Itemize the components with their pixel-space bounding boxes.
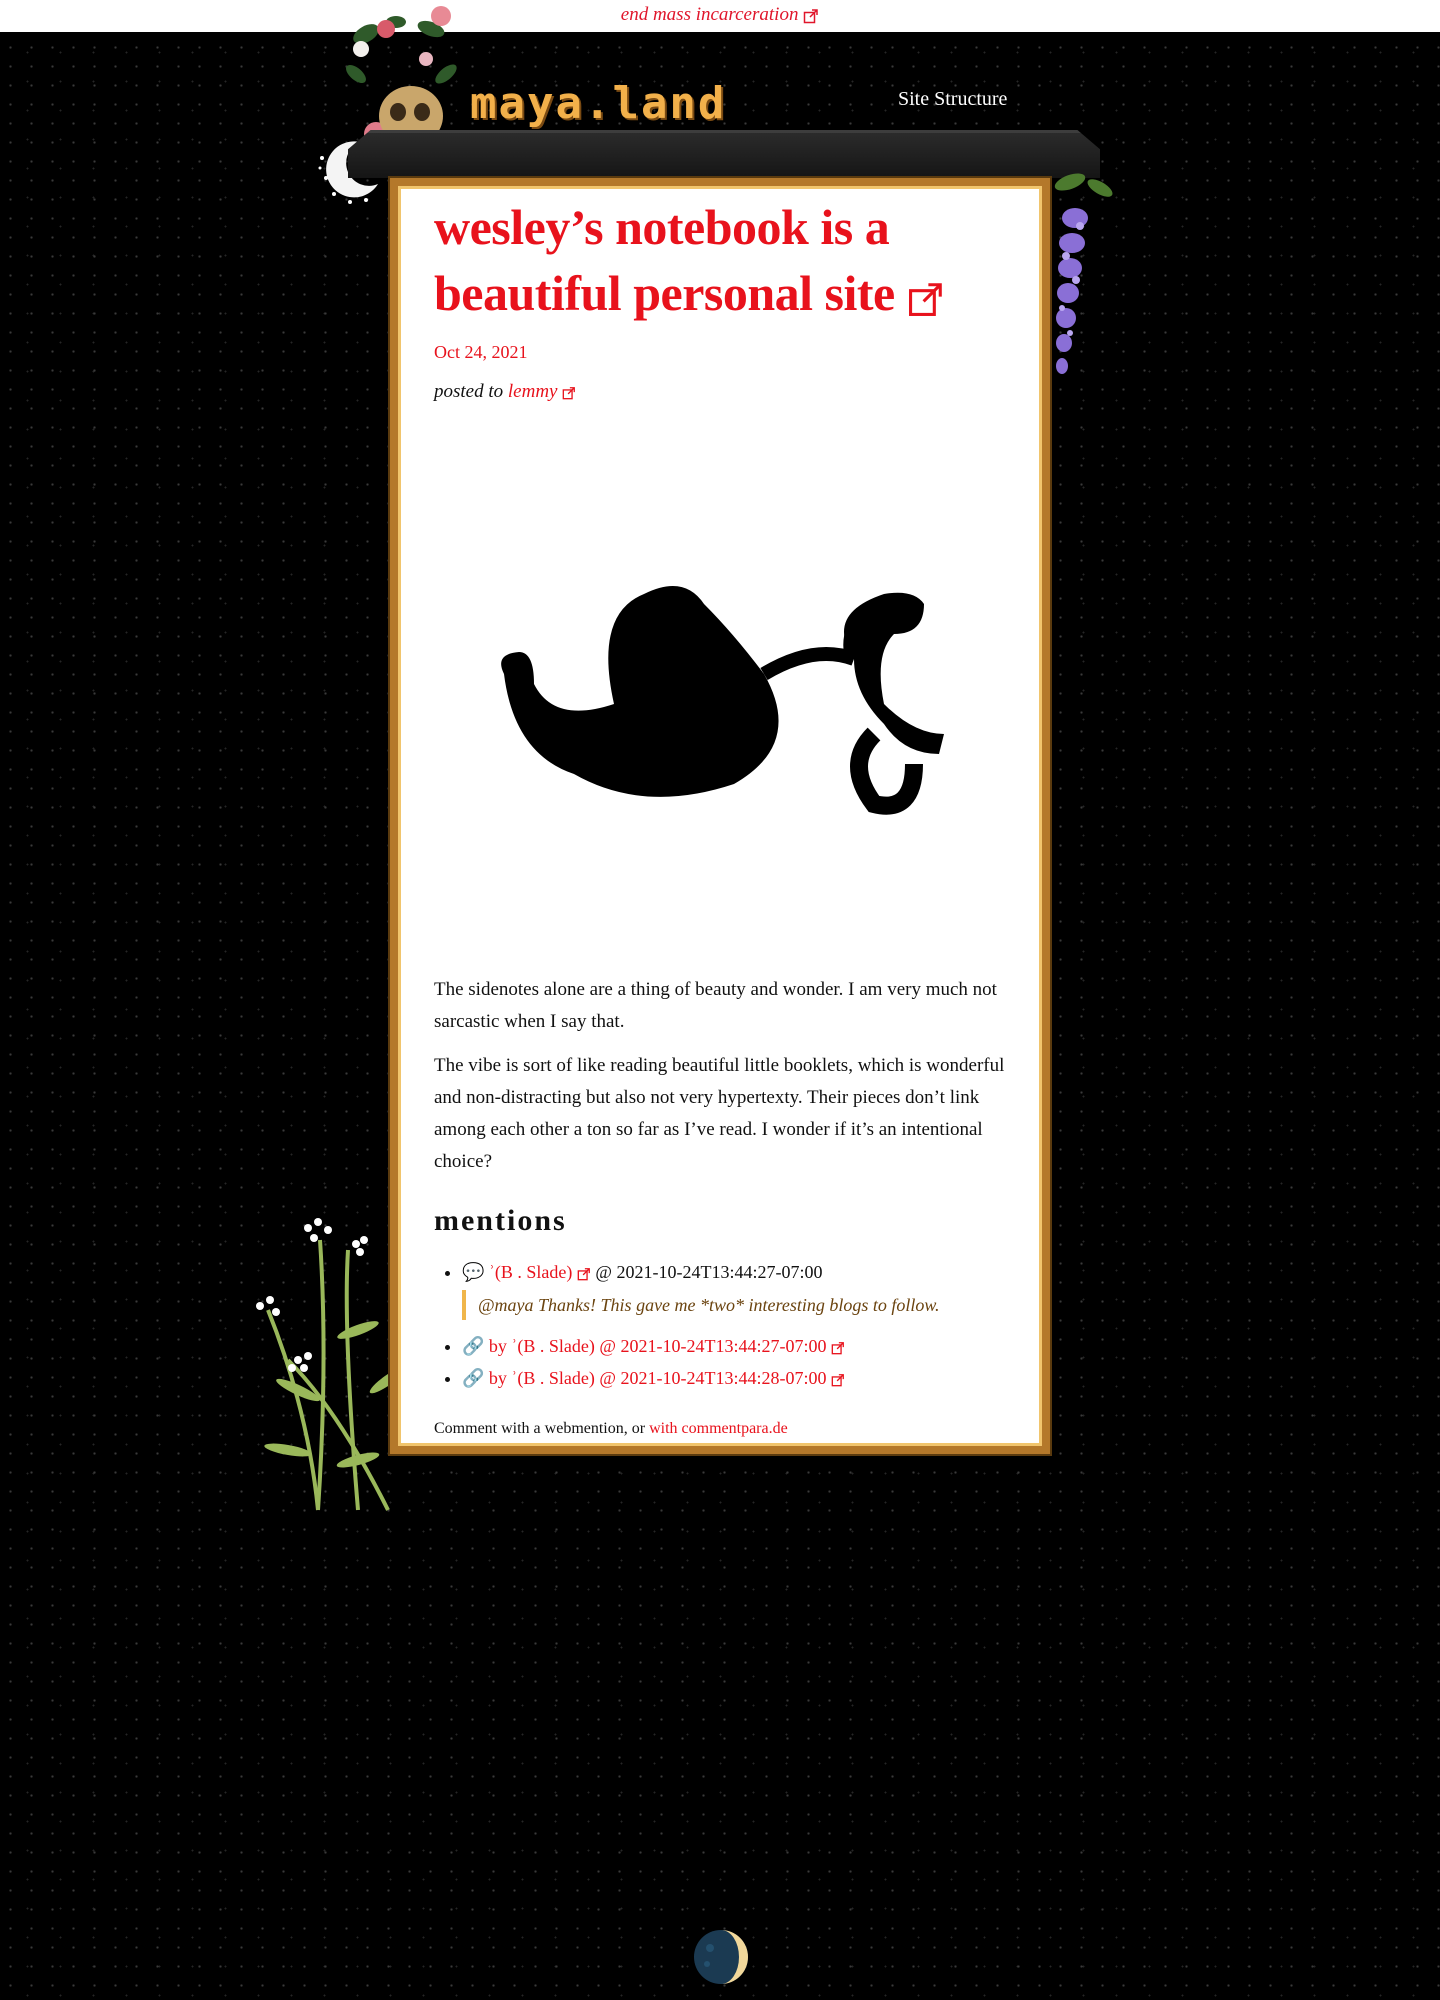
mention-author: ʾ(B . Slade) [488,1262,573,1282]
mention-at: @ [595,1262,612,1282]
post-card: wesley’s notebook is a beautiful persona… [388,176,1052,1456]
mentions-list: 💬 ʾ(B . Slade) @ 2021-10-24T13:44:27-07:… [458,1256,1018,1394]
mention-item: 🔗 by ʾ(B . Slade) @ 2021-10-24T13:44:28-… [462,1362,1018,1394]
post-content: wesley’s notebook is a beautiful persona… [434,194,1014,1437]
mention-time: 2021-10-24T13:44:27-07:00 [616,1262,823,1282]
post-title-text: wesley’s notebook is a beautiful persona… [434,199,895,321]
external-link-icon [577,1267,590,1281]
posted-to-label: posted to [434,381,504,402]
external-link-icon [831,1373,844,1387]
mentions-heading: mentions [434,1204,567,1237]
post-paragraph: The vibe is sort of like reading beautif… [434,1055,1005,1172]
mention-time: 2021-10-24T13:44:28-07:00 [620,1368,827,1388]
mention-link[interactable]: by ʾ(B . Slade) @ 2021-10-24T13:44:28-07… [489,1368,845,1388]
nav-site-structure[interactable]: Site Structure [898,88,1007,111]
mention-link[interactable]: by ʾ(B . Slade) @ 2021-10-24T13:44:27-07… [489,1336,845,1356]
post-date: Oct 24, 2021 [434,342,528,362]
comment-prefix: Comment with a webmention, or [434,1420,646,1437]
post-body: The sidenotes alone are a thing of beaut… [434,974,1014,1178]
announcement-banner: end mass incarceration [0,0,1440,32]
external-link-icon [803,8,818,23]
posted-to-target: lemmy [507,381,558,402]
link-icon: 🔗 [462,1368,485,1388]
mention-at: @ [599,1368,616,1388]
external-link-icon [908,282,942,316]
post-paragraph: The sidenotes alone are a thing of beaut… [434,979,997,1032]
banner-link[interactable]: end mass incarceration [621,4,819,25]
wisteria-icon [1054,173,1113,374]
posted-to: posted to lemmy [434,381,1014,403]
banner-text: end mass incarceration [620,4,799,25]
external-link-icon [831,1341,844,1355]
leaf-icon [501,586,944,815]
link-icon: 🔗 [462,1336,485,1356]
moon-icon[interactable] [692,1928,750,1986]
mention-item: 🔗 by ʾ(B . Slade) @ 2021-10-24T13:44:27-… [462,1330,1018,1362]
shelf-ledge [348,130,1100,178]
commentpara-link[interactable]: with commentpara.de [649,1420,788,1437]
comment-prompt: Comment with a webmention, or with comme… [434,1420,788,1438]
mention-quote: @maya Thanks! This gave me *two* interes… [462,1290,1018,1320]
mention-author-link[interactable]: ʾ(B . Slade) [489,1262,595,1282]
mention-item: 💬 ʾ(B . Slade) @ 2021-10-24T13:44:27-07:… [462,1256,1018,1320]
mention-by: by ʾ(B . Slade) [488,1368,595,1388]
external-link-icon [562,386,576,399]
mention-time: 2021-10-24T13:44:27-07:00 [620,1336,827,1356]
mention-by: by ʾ(B . Slade) [488,1336,595,1356]
post-title[interactable]: wesley’s notebook is a beautiful persona… [434,194,1014,326]
speech-bubble-icon: 💬 [462,1262,485,1282]
posted-to-link[interactable]: lemmy [508,381,576,402]
site-logo[interactable]: maya.land [470,78,726,129]
mention-at: @ [599,1336,616,1356]
